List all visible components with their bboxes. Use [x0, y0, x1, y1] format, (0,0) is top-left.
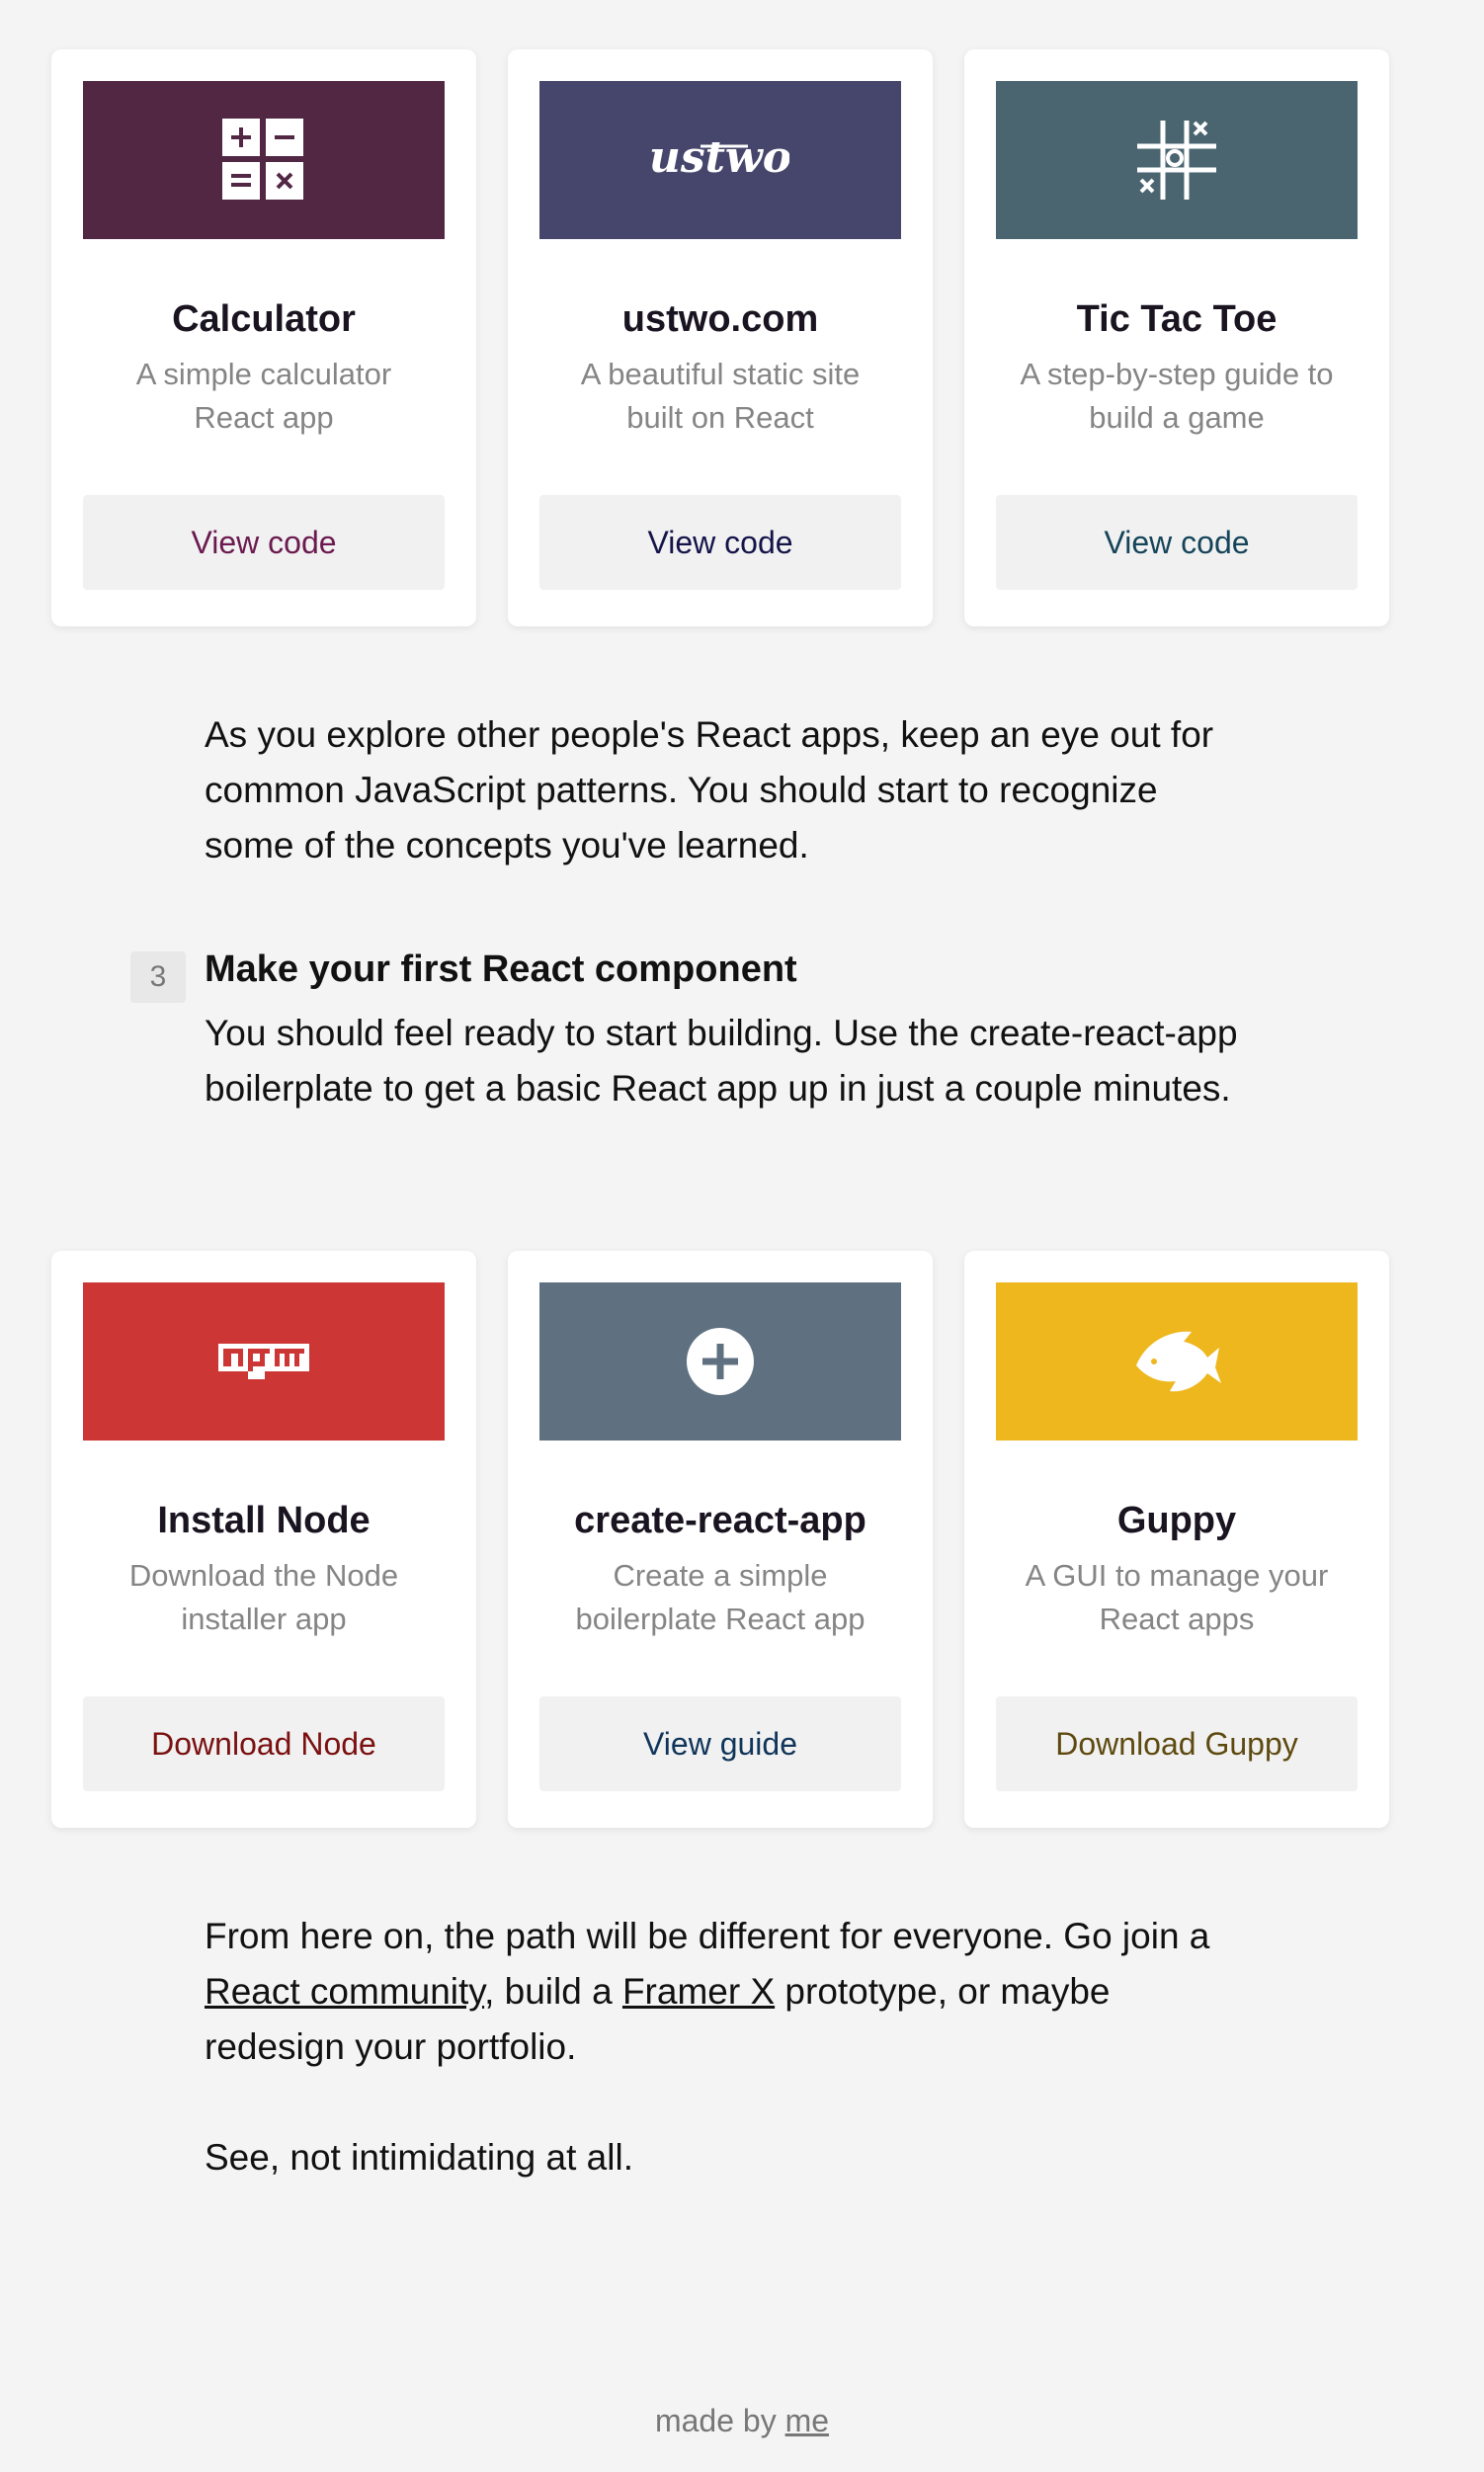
card-description: Create a simple boilerplate React app: [575, 1558, 866, 1636]
author-link[interactable]: me: [785, 2403, 829, 2438]
next-steps-paragraph: From here on, the path will be different…: [205, 1909, 1252, 2075]
card-create-react-app: create-react-app Create a simple boilerp…: [508, 1251, 933, 1828]
guppy-fish-icon: [1136, 1331, 1221, 1392]
ustwo-logo: ustwo: [651, 132, 789, 183]
card-title: Guppy: [1116, 1500, 1237, 1541]
card-calculator: Calculator A simple calculator React app…: [51, 49, 476, 626]
step-number-badge: 3: [130, 951, 186, 1003]
card-description: A step-by-step guide to build a game: [1020, 357, 1334, 435]
explore-paragraph: As you explore other people's React apps…: [205, 714, 1214, 865]
download-guppy-button[interactable]: Download Guppy: [996, 1696, 1358, 1791]
framer-x-link[interactable]: Framer X: [622, 1971, 775, 2012]
card-title: Tic Tac Toe: [1076, 298, 1278, 340]
tool-cards-bottom: Install Node Download the Node installer…: [51, 1251, 1389, 1828]
npm-banner: [83, 1282, 445, 1441]
view-code-button[interactable]: View code: [996, 495, 1358, 590]
card-title: ustwo.com: [621, 298, 819, 340]
view-code-button[interactable]: View code: [83, 495, 445, 590]
card-ustwo: ustwo ustwo.com A beautiful static site …: [508, 49, 933, 626]
card-description: A simple calculator React app: [135, 357, 392, 435]
create-react-app-banner: [539, 1282, 901, 1441]
view-code-button[interactable]: View code: [539, 495, 901, 590]
tic-tac-toe-banner: [996, 81, 1358, 239]
card-guppy: Guppy A GUI to manage your React apps Do…: [964, 1251, 1389, 1828]
calculator-icon: [222, 119, 303, 200]
card-install-node: Install Node Download the Node installer…: [51, 1251, 476, 1828]
download-node-button[interactable]: Download Node: [83, 1696, 445, 1791]
card-title: create-react-app: [574, 1500, 866, 1541]
step-body: You should feel ready to start building.…: [205, 1013, 1238, 1109]
tic-tac-toe-icon: [1137, 121, 1216, 200]
project-cards-top: Calculator A simple calculator React app…: [51, 49, 1389, 626]
ustwo-logo-text: ustwo: [651, 132, 789, 183]
card-description: A GUI to manage your React apps: [1025, 1558, 1329, 1636]
text-segment: , build a: [484, 1971, 622, 2012]
card-title: Calculator: [172, 298, 356, 340]
react-community-link[interactable]: React community: [205, 1971, 484, 2012]
plus-circle-icon: [687, 1328, 754, 1395]
card-tic-tac-toe: Tic Tac Toe A step-by-step guide to buil…: [964, 49, 1389, 626]
card-description: Download the Node installer app: [128, 1558, 399, 1636]
card-description: A beautiful static site built on React: [580, 357, 861, 435]
calculator-banner: [83, 81, 445, 239]
text-segment: From here on, the path will be different…: [205, 1916, 1210, 1956]
view-guide-button[interactable]: View guide: [539, 1696, 901, 1791]
guppy-banner: [996, 1282, 1358, 1441]
ustwo-banner: ustwo: [539, 81, 901, 239]
footer: made by me: [0, 2403, 1484, 2439]
footer-text: made by: [654, 2403, 785, 2438]
closing-paragraph: See, not intimidating at all.: [205, 2137, 633, 2178]
card-title: Install Node: [157, 1500, 371, 1541]
npm-logo: [218, 1344, 309, 1379]
step-title: Make your first React component: [205, 948, 797, 990]
